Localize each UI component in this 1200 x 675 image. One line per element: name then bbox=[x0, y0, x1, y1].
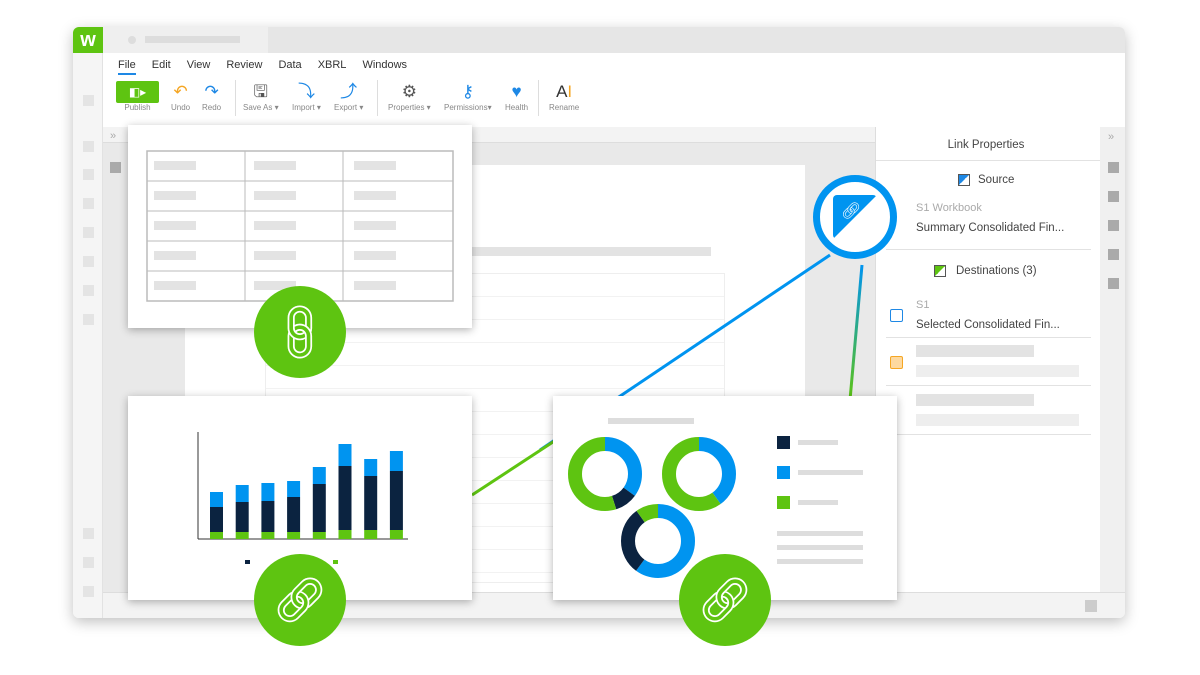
bar-segment bbox=[338, 466, 352, 530]
bar-segment bbox=[389, 451, 403, 471]
link-badge[interactable]: 🔗︎ bbox=[679, 554, 771, 646]
bar-segment bbox=[261, 532, 275, 539]
cell-placeholder bbox=[154, 221, 196, 230]
cell-placeholder bbox=[254, 191, 296, 200]
legend-placeholder bbox=[798, 500, 838, 505]
bar-segment bbox=[287, 532, 301, 539]
bar-segment bbox=[364, 530, 378, 539]
connector-line bbox=[471, 438, 557, 497]
link-icon: 🔗︎ bbox=[263, 295, 338, 370]
text-placeholder bbox=[777, 559, 863, 564]
bar-segment bbox=[364, 476, 378, 530]
bar-segment bbox=[261, 501, 275, 532]
link-icon: 🔗︎ bbox=[833, 195, 877, 239]
cell-placeholder bbox=[154, 191, 196, 200]
bar-segment bbox=[389, 530, 403, 539]
link-icon: 🔗︎ bbox=[272, 576, 328, 625]
source-link-badge[interactable]: 🔗︎ bbox=[813, 175, 897, 259]
legend-swatch bbox=[777, 466, 790, 479]
bar-segment bbox=[312, 484, 326, 532]
legend-placeholder bbox=[798, 470, 863, 475]
cell-placeholder bbox=[354, 251, 396, 260]
legend-swatch bbox=[333, 560, 338, 564]
cell-placeholder bbox=[354, 221, 396, 230]
text-placeholder bbox=[777, 531, 863, 536]
connector-line bbox=[848, 264, 864, 401]
link-icon: 🔗︎ bbox=[697, 576, 753, 625]
cell-placeholder bbox=[354, 191, 396, 200]
bar-segment bbox=[261, 483, 275, 501]
title-placeholder bbox=[608, 418, 694, 424]
cell-placeholder bbox=[354, 281, 396, 290]
legend-swatch bbox=[777, 496, 790, 509]
bar-segment bbox=[235, 532, 249, 539]
bar-segment bbox=[235, 502, 249, 532]
text-placeholder bbox=[777, 545, 863, 550]
bar-segment bbox=[210, 492, 223, 507]
bar-segment bbox=[287, 497, 301, 532]
bar-segment bbox=[210, 507, 223, 532]
bar-segment bbox=[287, 481, 301, 497]
bar-segment bbox=[338, 530, 352, 539]
link-badge[interactable]: 🔗︎ bbox=[254, 286, 346, 378]
bar-segment bbox=[312, 467, 326, 484]
bar-segment bbox=[235, 485, 249, 502]
cell-placeholder bbox=[154, 281, 196, 290]
bar-segment bbox=[364, 459, 378, 476]
cell-placeholder bbox=[154, 251, 196, 260]
cell-placeholder bbox=[354, 161, 396, 170]
bar-segment bbox=[312, 532, 326, 539]
bar-segment bbox=[210, 532, 223, 539]
bar-segment bbox=[389, 471, 403, 530]
table-illustration bbox=[146, 150, 454, 302]
bar-segment bbox=[338, 444, 352, 466]
legend-swatch bbox=[777, 436, 790, 449]
link-badge[interactable]: 🔗︎ bbox=[254, 554, 346, 646]
legend-swatch bbox=[245, 560, 250, 564]
cell-placeholder bbox=[254, 251, 296, 260]
cell-placeholder bbox=[254, 221, 296, 230]
cell-placeholder bbox=[254, 161, 296, 170]
cell-placeholder bbox=[154, 161, 196, 170]
legend-placeholder bbox=[798, 440, 838, 445]
